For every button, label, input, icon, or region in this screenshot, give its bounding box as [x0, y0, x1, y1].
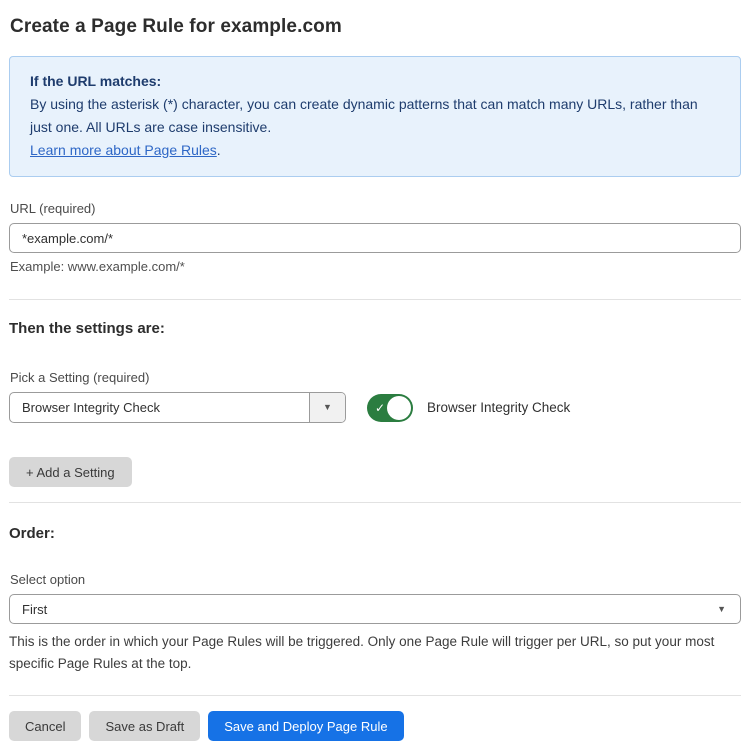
create-page-rule-form: Create a Page Rule for example.com If th…	[0, 0, 750, 741]
section-divider	[9, 299, 741, 300]
chevron-down-icon: ▼	[323, 403, 332, 412]
checkmark-icon: ✓	[375, 401, 385, 415]
order-select-label: Select option	[10, 572, 741, 587]
chevron-down-icon: ▼	[717, 605, 726, 614]
url-input[interactable]	[9, 223, 741, 253]
toggle-label: Browser Integrity Check	[427, 400, 570, 415]
add-setting-button[interactable]: + Add a Setting	[9, 457, 132, 487]
section-divider	[9, 695, 741, 696]
setting-select-value: Browser Integrity Check	[10, 393, 309, 422]
toggle-knob	[387, 396, 411, 420]
url-example-helper: Example: www.example.com/*	[10, 259, 741, 274]
setting-select[interactable]: Browser Integrity Check ▼	[9, 392, 346, 423]
order-select[interactable]: First ▼	[9, 594, 741, 624]
cancel-button[interactable]: Cancel	[9, 711, 81, 741]
setting-select-arrow-segment[interactable]: ▼	[309, 393, 345, 422]
order-select-value: First	[22, 602, 47, 617]
setting-row: Browser Integrity Check ▼ ✓ Browser Inte…	[9, 392, 741, 423]
footer-actions: Cancel Save as Draft Save and Deploy Pag…	[9, 711, 741, 741]
settings-section-heading: Then the settings are:	[9, 320, 741, 337]
order-help-text: This is the order in which your Page Rul…	[9, 631, 741, 675]
learn-more-link[interactable]: Learn more about Page Rules	[30, 142, 217, 158]
info-box-heading: If the URL matches:	[30, 70, 720, 93]
page-title: Create a Page Rule for example.com	[10, 16, 741, 38]
url-match-info-box: If the URL matches: By using the asteris…	[9, 56, 741, 177]
info-box-body: By using the asterisk (*) character, you…	[30, 93, 720, 139]
link-suffix: .	[217, 142, 221, 158]
info-box-link-line: Learn more about Page Rules.	[30, 139, 720, 162]
save-and-deploy-button[interactable]: Save and Deploy Page Rule	[208, 711, 403, 741]
url-field-label: URL (required)	[10, 201, 741, 216]
section-divider	[9, 502, 741, 503]
save-as-draft-button[interactable]: Save as Draft	[89, 711, 200, 741]
pick-setting-label: Pick a Setting (required)	[10, 370, 741, 385]
setting-toggle-group: ✓ Browser Integrity Check	[367, 392, 570, 423]
order-section-heading: Order:	[9, 525, 741, 542]
browser-integrity-toggle[interactable]: ✓	[367, 394, 413, 422]
